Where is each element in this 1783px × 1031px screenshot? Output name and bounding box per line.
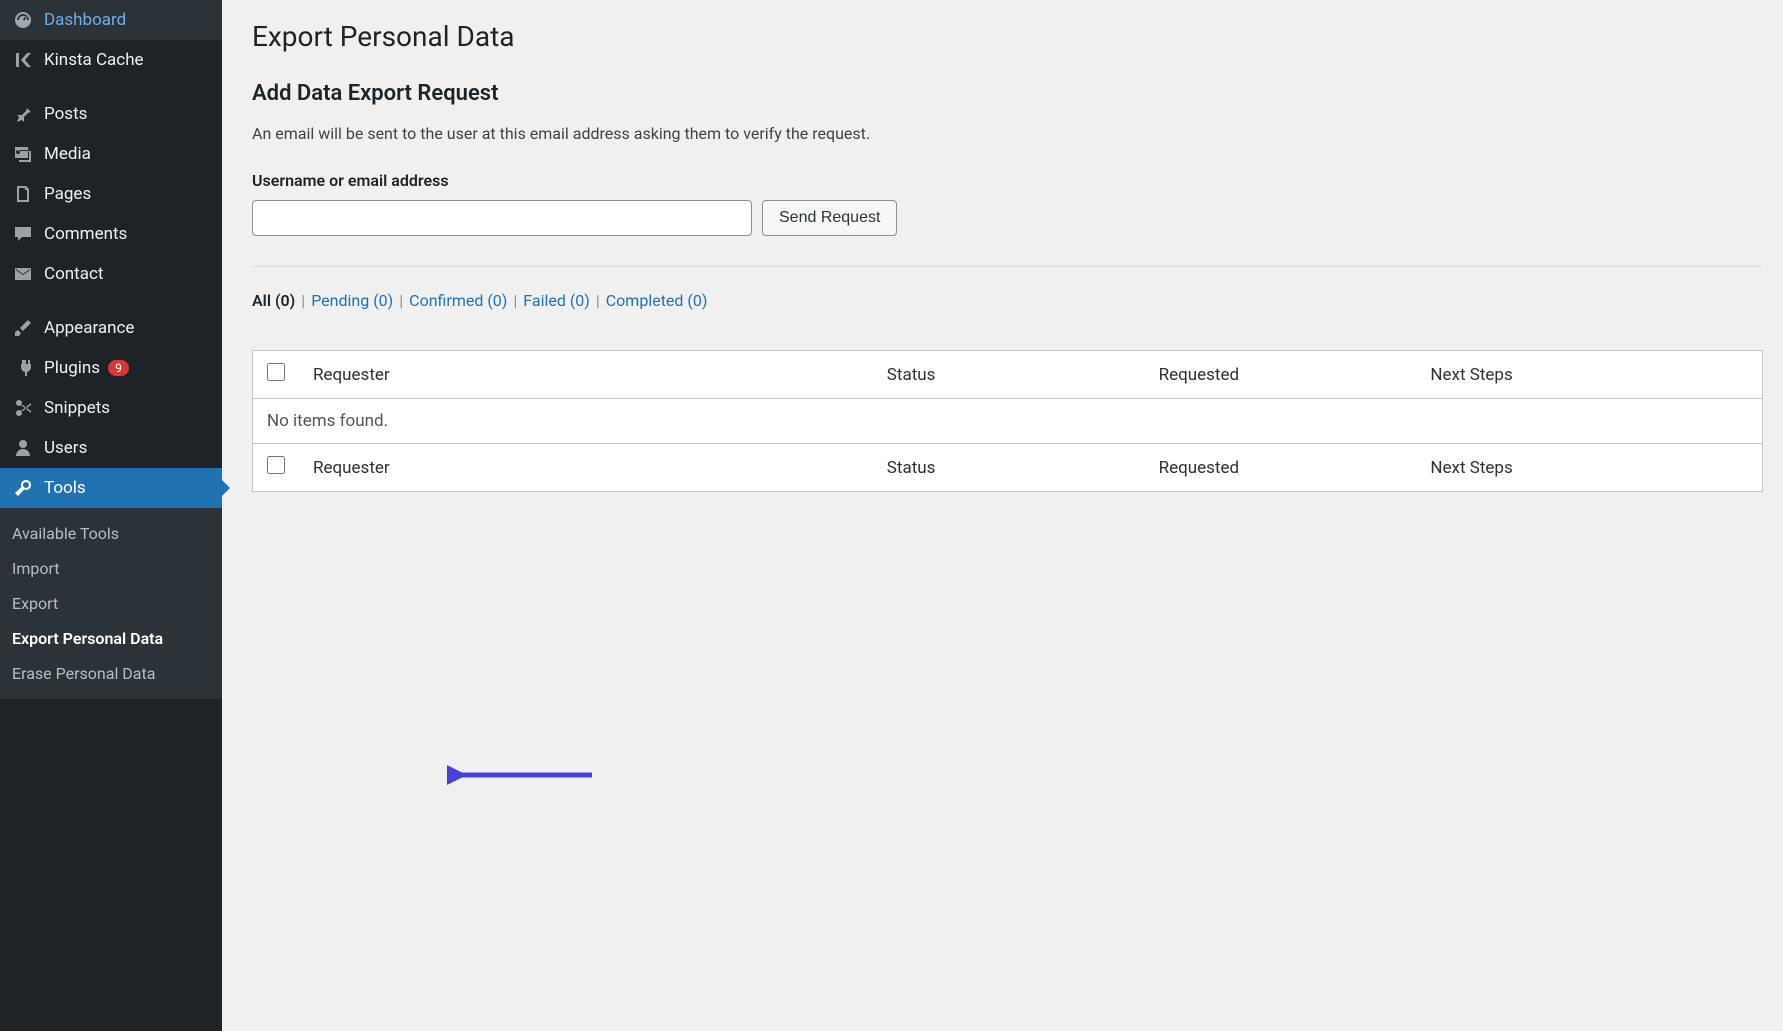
table-footer-row: Requester Status Requested Next Steps: [253, 444, 1763, 492]
filter-pending[interactable]: Pending (0): [311, 291, 393, 310]
column-header-requester[interactable]: Requester: [299, 351, 873, 399]
kinsta-icon: [12, 49, 34, 71]
admin-sidebar: Dashboard Kinsta Cache Posts Media Pages Comm…: [0, 0, 222, 1031]
column-header-status[interactable]: Status: [873, 351, 1145, 399]
sidebar-item-kinsta-cache[interactable]: Kinsta Cache: [0, 40, 222, 80]
sidebar-item-snippets[interactable]: Snippets: [0, 388, 222, 428]
username-email-input[interactable]: [252, 200, 752, 236]
status-filters: All (0)|Pending (0)|Confirmed (0)|Failed…: [252, 291, 1763, 310]
sidebar-item-label: Contact: [44, 264, 103, 284]
sidebar-item-label: Snippets: [44, 398, 110, 418]
plug-icon: [12, 357, 34, 379]
sidebar-item-label: Media: [44, 144, 91, 164]
tool-icon: [12, 477, 34, 499]
mail-icon: [12, 263, 34, 285]
sidebar-item-label: Kinsta Cache: [44, 50, 144, 70]
filter-completed[interactable]: Completed (0): [606, 291, 708, 310]
sidebar-item-plugins[interactable]: Plugins 9: [0, 348, 222, 388]
brush-icon: [12, 317, 34, 339]
sidebar-item-users[interactable]: Users: [0, 428, 222, 468]
sidebar-item-dashboard[interactable]: Dashboard: [0, 0, 222, 40]
comment-icon: [12, 223, 34, 245]
sidebar-item-pages[interactable]: Pages: [0, 174, 222, 214]
sidebar-item-label: Users: [44, 438, 87, 458]
filter-failed[interactable]: Failed (0): [523, 291, 590, 310]
requests-table: Requester Status Requested Next Steps No…: [252, 350, 1763, 492]
table-header-row: Requester Status Requested Next Steps: [253, 351, 1763, 399]
submenu-item-erase-personal-data[interactable]: Erase Personal Data: [0, 656, 222, 691]
column-footer-next-steps: Next Steps: [1416, 444, 1762, 492]
annotation-arrow-icon: [447, 760, 597, 790]
media-icon: [12, 143, 34, 165]
request-form-row: Send Request: [252, 200, 1763, 236]
page-title: Export Personal Data: [252, 20, 1763, 53]
column-footer-requested[interactable]: Requested: [1145, 444, 1417, 492]
submenu-item-export-personal-data[interactable]: Export Personal Data: [0, 621, 222, 656]
plugins-update-badge: 9: [108, 360, 129, 376]
sidebar-item-label: Appearance: [44, 318, 134, 338]
sidebar-item-label: Plugins: [44, 358, 100, 378]
page-description: An email will be sent to the user at thi…: [252, 124, 1763, 143]
column-header-next-steps: Next Steps: [1416, 351, 1762, 399]
submenu-item-import[interactable]: Import: [0, 551, 222, 586]
sidebar-item-label: Posts: [44, 104, 87, 124]
user-icon: [12, 437, 34, 459]
pin-icon: [12, 103, 34, 125]
column-footer-status[interactable]: Status: [873, 444, 1145, 492]
main-content: Export Personal Data Add Data Export Req…: [222, 0, 1783, 1031]
sidebar-item-media[interactable]: Media: [0, 134, 222, 174]
column-header-requested[interactable]: Requested: [1145, 351, 1417, 399]
sidebar-item-contact[interactable]: Contact: [0, 254, 222, 294]
filter-all[interactable]: All (0): [252, 291, 295, 310]
dashboard-icon: [12, 9, 34, 31]
submenu-item-available-tools[interactable]: Available Tools: [0, 516, 222, 551]
send-request-button[interactable]: Send Request: [762, 200, 897, 236]
scissors-icon: [12, 397, 34, 419]
select-all-top-checkbox[interactable]: [267, 363, 285, 381]
column-footer-requester[interactable]: Requester: [299, 444, 873, 492]
sidebar-item-label: Dashboard: [44, 10, 126, 30]
pages-icon: [12, 183, 34, 205]
tools-submenu: Available ToolsImportExportExport Person…: [0, 508, 222, 699]
filter-confirmed[interactable]: Confirmed (0): [409, 291, 507, 310]
page-subtitle: Add Data Export Request: [252, 81, 1763, 106]
sidebar-item-label: Tools: [44, 478, 86, 498]
select-all-bottom-checkbox[interactable]: [267, 456, 285, 474]
sidebar-item-tools[interactable]: Tools: [0, 468, 222, 508]
username-email-label: Username or email address: [252, 171, 1763, 190]
sidebar-item-label: Comments: [44, 224, 127, 244]
sidebar-item-posts[interactable]: Posts: [0, 94, 222, 134]
table-empty-row: No items found.: [253, 399, 1763, 444]
submenu-item-export[interactable]: Export: [0, 586, 222, 621]
sidebar-item-label: Pages: [44, 184, 91, 204]
no-items-message: No items found.: [253, 399, 1763, 444]
divider: [252, 266, 1763, 267]
sidebar-item-appearance[interactable]: Appearance: [0, 308, 222, 348]
sidebar-item-comments[interactable]: Comments: [0, 214, 222, 254]
